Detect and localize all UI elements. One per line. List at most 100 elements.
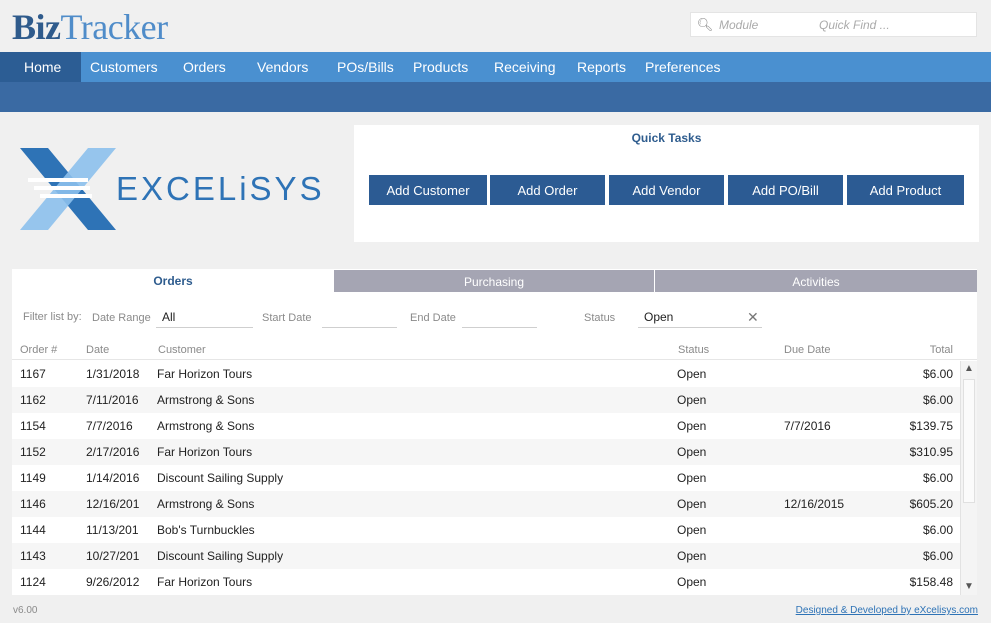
logo-part2: Tracker [60,7,169,47]
col-header-customer[interactable]: Customer [158,344,206,356]
add-order-button[interactable]: Add Order [490,175,605,205]
col-header-status[interactable]: Status [678,344,709,356]
table-row[interactable]: 1146 12/16/201 Armstrong & Sons Open 12/… [12,491,960,517]
cell-order: 1152 [20,445,46,459]
add-customer-button[interactable]: Add Customer [369,175,487,205]
cell-date: 11/13/201 [86,523,139,537]
header-divider [12,359,977,360]
search-icon: 🔍︎ [696,16,714,32]
scroll-thumb[interactable] [963,379,975,503]
cell-total: $6.00 [922,549,953,563]
nav-item-preferences[interactable]: Preferences [645,52,745,82]
credit-link[interactable]: Designed & Developed by eXcelisys.com [796,605,978,616]
cell-status: Open [677,471,707,485]
end-date-field[interactable] [462,306,537,328]
quick-tasks-title: Quick Tasks [631,131,702,145]
table-row[interactable]: 1167 1/31/2018 Far Horizon Tours Open $6… [12,361,960,387]
cell-order: 1149 [20,471,46,485]
cell-order: 1144 [20,523,46,537]
cell-date: 9/26/2012 [86,575,140,589]
tab-orders[interactable]: Orders [12,269,334,293]
cell-order: 1146 [20,497,46,511]
cell-status: Open [677,497,707,511]
orders-list: 1167 1/31/2018 Far Horizon Tours Open $6… [12,361,960,595]
cell-total: $6.00 [922,471,953,485]
cell-date: 2/17/2016 [86,445,140,459]
nav-item-pos-bills[interactable]: POs/Bills [328,52,410,82]
add-product-button[interactable]: Add Product [847,175,964,205]
cell-customer: Far Horizon Tours [157,445,253,459]
cell-total: $139.75 [909,419,953,433]
quick-find-input[interactable] [819,17,976,32]
tab-purchasing[interactable]: Purchasing [334,270,654,292]
table-row[interactable]: 1149 1/14/2016 Discount Sailing Supply O… [12,465,960,491]
start-date-field[interactable] [322,306,397,328]
cell-customer: Armstrong & Sons [157,419,255,433]
start-date-label: Start Date [262,312,312,324]
nav-item-receiving[interactable]: Receiving [490,52,576,82]
clear-status-icon[interactable]: ✕ [747,309,759,326]
nav-item-orders[interactable]: Orders [174,52,251,82]
nav-item-vendors[interactable]: Vendors [251,52,328,82]
excelisys-x-mark [20,148,116,230]
tab-activities[interactable]: Activities [655,270,977,292]
table-row[interactable]: 1144 11/13/201 Bob's Turnbuckles Open $6… [12,517,960,543]
cell-customer: Armstrong & Sons [157,393,255,407]
cell-customer: Discount Sailing Supply [157,549,284,563]
cell-date: 7/11/2016 [86,393,139,407]
scroll-down-icon[interactable]: ▼ [961,579,977,595]
cell-status: Open [677,419,707,433]
nav-item-reports[interactable]: Reports [576,52,645,82]
list-scrollbar[interactable]: ▲ ▼ [960,361,977,595]
filter-label: Filter list by: [23,311,82,323]
cell-order: 1143 [20,549,46,563]
tab-bar: Orders Purchasing Activities [12,269,977,293]
cell-status: Open [677,523,707,537]
cell-total: $6.00 [922,367,953,381]
nav-item-customers[interactable]: Customers [81,52,174,82]
cell-status: Open [677,367,707,381]
cell-customer: Bob's Turnbuckles [157,523,255,537]
add-po-bill-button[interactable]: Add PO/Bill [728,175,843,205]
cell-customer: Armstrong & Sons [157,497,255,511]
logo-part1: Biz [12,7,61,47]
excelisys-logo: EXCELiSYS [20,148,340,230]
end-date-label: End Date [410,312,456,324]
col-header-total[interactable]: Total [912,344,953,356]
cell-order: 1167 [20,367,46,381]
main-nav: Home Customers Orders Vendors POs/Bills … [0,52,991,82]
date-range-label: Date Range [92,312,151,324]
cell-due-date: 12/16/2015 [784,497,845,511]
table-row[interactable]: 1152 2/17/2016 Far Horizon Tours Open $3… [12,439,960,465]
cell-order: 1154 [20,419,46,433]
table-row[interactable]: 1154 7/7/2016 Armstrong & Sons Open 7/7/… [12,413,960,439]
table-row[interactable]: 1124 9/26/2012 Far Horizon Tours Open $1… [12,569,960,595]
version-label: v6.00 [13,605,38,616]
cell-total: $605.20 [909,497,953,511]
date-range-field[interactable] [156,306,253,328]
table-row[interactable]: 1143 10/27/201 Discount Sailing Supply O… [12,543,960,569]
col-header-due-date[interactable]: Due Date [784,344,830,356]
cell-date: 1/31/2018 [86,367,140,381]
cell-total: $310.95 [909,445,953,459]
cell-status: Open [677,445,707,459]
col-header-date[interactable]: Date [86,344,109,356]
cell-customer: Far Horizon Tours [157,367,253,381]
cell-status: Open [677,575,707,589]
search-box: 🔍︎ Module [690,12,977,37]
cell-customer: Discount Sailing Supply [157,471,284,485]
module-selector[interactable]: Module [719,18,819,32]
table-row[interactable]: 1162 7/11/2016 Armstrong & Sons Open $6.… [12,387,960,413]
col-header-order[interactable]: Order # [20,344,57,356]
scroll-up-icon[interactable]: ▲ [961,361,977,377]
add-vendor-button[interactable]: Add Vendor [609,175,724,205]
status-label: Status [584,312,616,324]
biztracker-logo: BizTracker [12,6,168,48]
cell-status: Open [677,393,707,407]
cell-date: 10/27/201 [86,549,140,563]
cell-date: 12/16/201 [86,497,140,511]
status-field[interactable] [638,306,762,328]
nav-item-products[interactable]: Products [410,52,490,82]
nav-item-home[interactable]: Home [0,52,81,82]
header-band [0,82,991,112]
